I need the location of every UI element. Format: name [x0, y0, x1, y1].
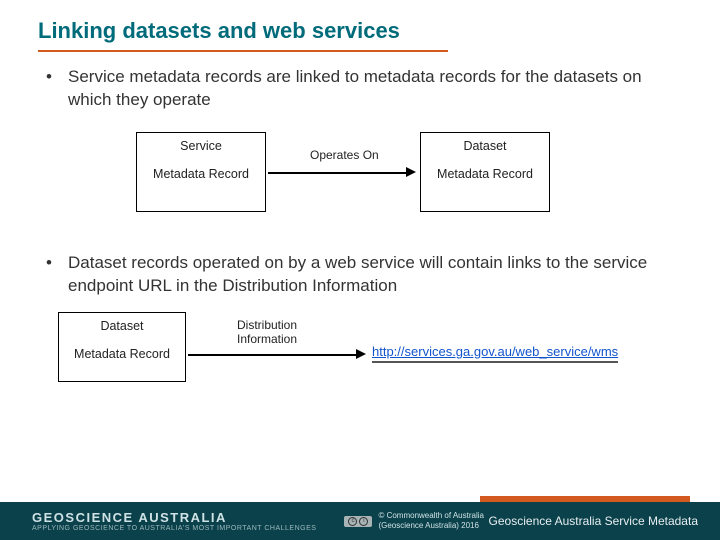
cc-icon: c i	[344, 516, 372, 527]
service-box: Service Metadata Record	[136, 132, 266, 212]
box-title: Service	[137, 139, 265, 153]
cc-circle-icon: c	[348, 517, 357, 526]
dist-label-line2: Information	[222, 332, 312, 346]
footer: GEOSCIENCE AUSTRALIA APPLYING GEOSCIENCE…	[0, 496, 720, 540]
box-sub: Metadata Record	[74, 347, 170, 361]
box-title: Dataset	[59, 319, 185, 333]
slide: Linking datasets and web services • Serv…	[0, 0, 720, 540]
bullet-1: • Service metadata records are linked to…	[46, 66, 674, 112]
brand-name: GEOSCIENCE AUSTRALIA	[0, 510, 316, 525]
diagram-2: Dataset Metadata Record Distribution Inf…	[46, 308, 674, 394]
box-sub: Metadata Record	[153, 167, 249, 181]
brand-block: GEOSCIENCE AUSTRALIA APPLYING GEOSCIENCE…	[0, 510, 316, 532]
copyright-line1: © Commonwealth of Australia	[378, 511, 484, 521]
bullet-dot: •	[46, 66, 68, 112]
arrow-label: Operates On	[310, 148, 379, 162]
diagram-1: Service Metadata Record Operates On Data…	[86, 124, 674, 234]
arrow-label: Distribution Information	[222, 318, 312, 346]
service-url-link[interactable]: http://services.ga.gov.au/web_service/wm…	[372, 344, 618, 363]
box-title: Dataset	[421, 139, 549, 153]
cc-badge: c i © Commonwealth of Australia (Geoscie…	[344, 511, 484, 530]
footer-right-text: Geoscience Australia Service Metadata	[489, 514, 720, 528]
bullet-dot: •	[46, 252, 68, 298]
bullet-2: • Dataset records operated on by a web s…	[46, 252, 674, 298]
bullet-text: Dataset records operated on by a web ser…	[68, 252, 674, 298]
copyright-line2: (Geoscience Australia) 2016	[378, 521, 484, 531]
box-sub: Metadata Record	[437, 167, 533, 181]
arrow-head-icon	[356, 349, 366, 359]
footer-bar: GEOSCIENCE AUSTRALIA APPLYING GEOSCIENCE…	[0, 502, 720, 540]
dataset-box-2: Dataset Metadata Record	[58, 312, 186, 382]
slide-body: • Service metadata records are linked to…	[0, 52, 720, 394]
arrow-head-icon	[406, 167, 416, 177]
copyright-text: © Commonwealth of Australia (Geoscience …	[378, 511, 484, 530]
slide-title: Linking datasets and web services	[0, 0, 720, 50]
arrow-line	[188, 354, 358, 356]
brand-tagline: APPLYING GEOSCIENCE TO AUSTRALIA'S MOST …	[0, 525, 316, 532]
arrow-line	[268, 172, 408, 174]
dataset-box: Dataset Metadata Record	[420, 132, 550, 212]
cc-by-icon: i	[359, 517, 368, 526]
dist-label-line1: Distribution	[222, 318, 312, 332]
bullet-text: Service metadata records are linked to m…	[68, 66, 674, 112]
